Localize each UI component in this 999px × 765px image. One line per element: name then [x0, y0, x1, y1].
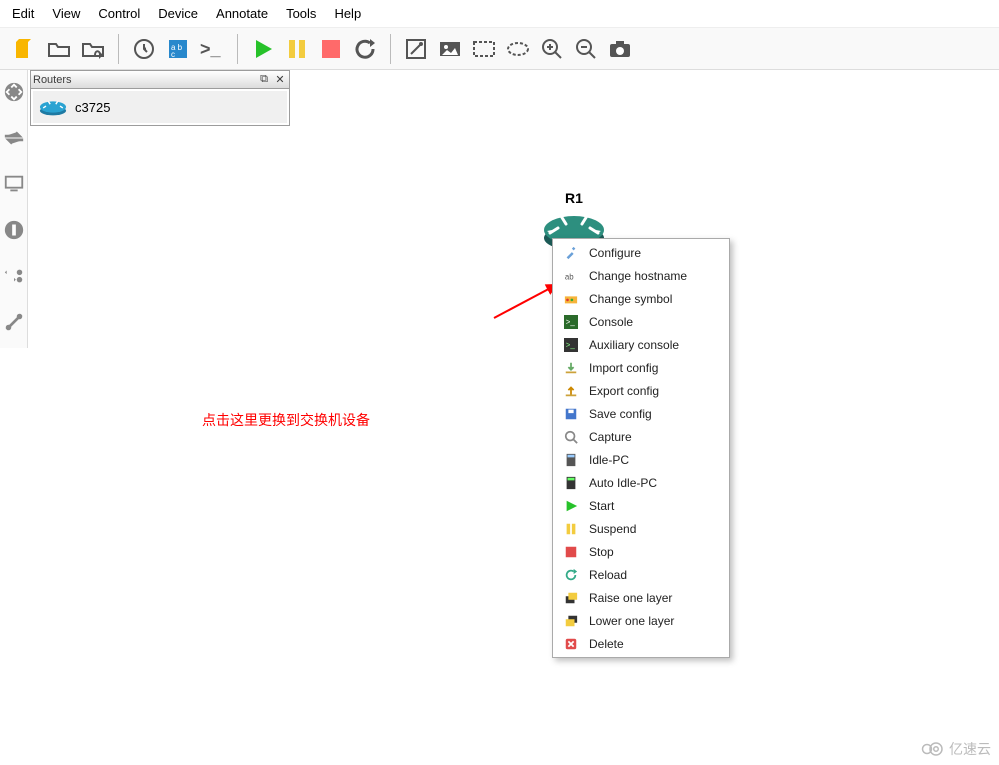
menu-auto-idle-pc[interactable]: Auto Idle-PC — [553, 471, 729, 494]
raise-icon — [563, 590, 579, 606]
routers-dock-panel: Routers ⧉ ✕ c3725 — [30, 70, 290, 126]
open-project-button[interactable] — [42, 32, 76, 66]
router-icon — [39, 95, 67, 119]
save-project-button[interactable] — [76, 32, 110, 66]
menu-idle-pc[interactable]: Idle-PC — [553, 448, 729, 471]
zoom-out-button[interactable] — [569, 32, 603, 66]
svg-text:>_: >_ — [566, 340, 576, 349]
menu-tools[interactable]: Tools — [286, 6, 316, 21]
export-icon — [563, 383, 579, 399]
menu-reload[interactable]: Reload — [553, 563, 729, 586]
menu-raise-layer[interactable]: Raise one layer — [553, 586, 729, 609]
dock-header: Routers ⧉ ✕ — [31, 71, 289, 89]
snapshot-button[interactable] — [127, 32, 161, 66]
add-rectangle-button[interactable] — [467, 32, 501, 66]
menu-suspend[interactable]: Suspend — [553, 517, 729, 540]
add-note-button[interactable] — [399, 32, 433, 66]
console-all-button[interactable]: >_ — [195, 32, 229, 66]
pause-all-button[interactable] — [280, 32, 314, 66]
screenshot-button[interactable] — [603, 32, 637, 66]
svg-text:>_: >_ — [200, 39, 222, 59]
menu-delete[interactable]: Delete — [553, 632, 729, 655]
menu-edit[interactable]: Edit — [12, 6, 34, 21]
security-category-button[interactable] — [0, 210, 28, 250]
topology-canvas[interactable]: R1 点击这里更换到交换机设备 Configure ab Change host… — [292, 70, 999, 765]
console-icon: >_ — [563, 314, 579, 330]
menu-help[interactable]: Help — [334, 6, 361, 21]
node-label: R1 — [542, 190, 606, 206]
menu-change-symbol[interactable]: Change symbol — [553, 287, 729, 310]
dock-float-button[interactable]: ⧉ — [257, 73, 271, 87]
menu-capture[interactable]: Capture — [553, 425, 729, 448]
menu-console[interactable]: >_ Console — [553, 310, 729, 333]
node-context-menu: Configure ab Change hostname Change symb… — [552, 238, 730, 658]
dock-close-button[interactable]: ✕ — [273, 73, 287, 87]
start-all-button[interactable] — [246, 32, 280, 66]
stop-icon — [563, 544, 579, 560]
pause-icon — [563, 521, 579, 537]
hostname-icon: ab — [563, 268, 579, 284]
menu-save-config[interactable]: Save config — [553, 402, 729, 425]
dock-body: c3725 — [31, 89, 289, 125]
add-ellipse-button[interactable] — [501, 32, 535, 66]
reload-all-button[interactable] — [348, 32, 382, 66]
import-icon — [563, 360, 579, 376]
all-devices-button[interactable] — [0, 256, 28, 296]
menu-export-config[interactable]: Export config — [553, 379, 729, 402]
aux-console-icon: >_ — [563, 337, 579, 353]
switches-category-button[interactable] — [0, 118, 28, 158]
menu-control[interactable]: Control — [98, 6, 140, 21]
device-toolbar — [0, 70, 28, 348]
symbol-icon — [563, 291, 579, 307]
dock-title: Routers — [33, 74, 255, 86]
end-devices-category-button[interactable] — [0, 164, 28, 204]
menu-view[interactable]: View — [52, 6, 80, 21]
menu-device[interactable]: Device — [158, 6, 198, 21]
menu-stop[interactable]: Stop — [553, 540, 729, 563]
svg-text:c: c — [171, 50, 175, 59]
auto-calculator-icon — [563, 475, 579, 491]
wrench-icon — [563, 245, 579, 261]
new-project-button[interactable] — [8, 32, 42, 66]
svg-text:ab: ab — [565, 272, 574, 281]
svg-text:>_: >_ — [566, 317, 576, 326]
play-icon — [563, 498, 579, 514]
capture-icon — [563, 429, 579, 445]
main-toolbar: a bc >_ — [0, 28, 999, 70]
menu-start[interactable]: Start — [553, 494, 729, 517]
zoom-in-button[interactable] — [535, 32, 569, 66]
watermark: 亿速云 — [921, 739, 991, 759]
device-template-label: c3725 — [75, 100, 110, 115]
device-template-item[interactable]: c3725 — [33, 91, 287, 123]
menu-change-hostname[interactable]: ab Change hostname — [553, 264, 729, 287]
reload-icon — [563, 567, 579, 583]
add-image-button[interactable] — [433, 32, 467, 66]
menubar: Edit View Control Device Annotate Tools … — [0, 0, 999, 28]
show-labels-button[interactable]: a bc — [161, 32, 195, 66]
menu-annotate[interactable]: Annotate — [216, 6, 268, 21]
menu-aux-console[interactable]: >_ Auxiliary console — [553, 333, 729, 356]
menu-lower-layer[interactable]: Lower one layer — [553, 609, 729, 632]
annotation-text: 点击这里更换到交换机设备 — [202, 410, 370, 430]
menu-configure[interactable]: Configure — [553, 241, 729, 264]
stop-all-button[interactable] — [314, 32, 348, 66]
delete-icon — [563, 636, 579, 652]
lower-icon — [563, 613, 579, 629]
save-icon — [563, 406, 579, 422]
add-link-button[interactable] — [0, 302, 28, 342]
calculator-icon — [563, 452, 579, 468]
menu-import-config[interactable]: Import config — [553, 356, 729, 379]
routers-category-button[interactable] — [0, 72, 28, 112]
